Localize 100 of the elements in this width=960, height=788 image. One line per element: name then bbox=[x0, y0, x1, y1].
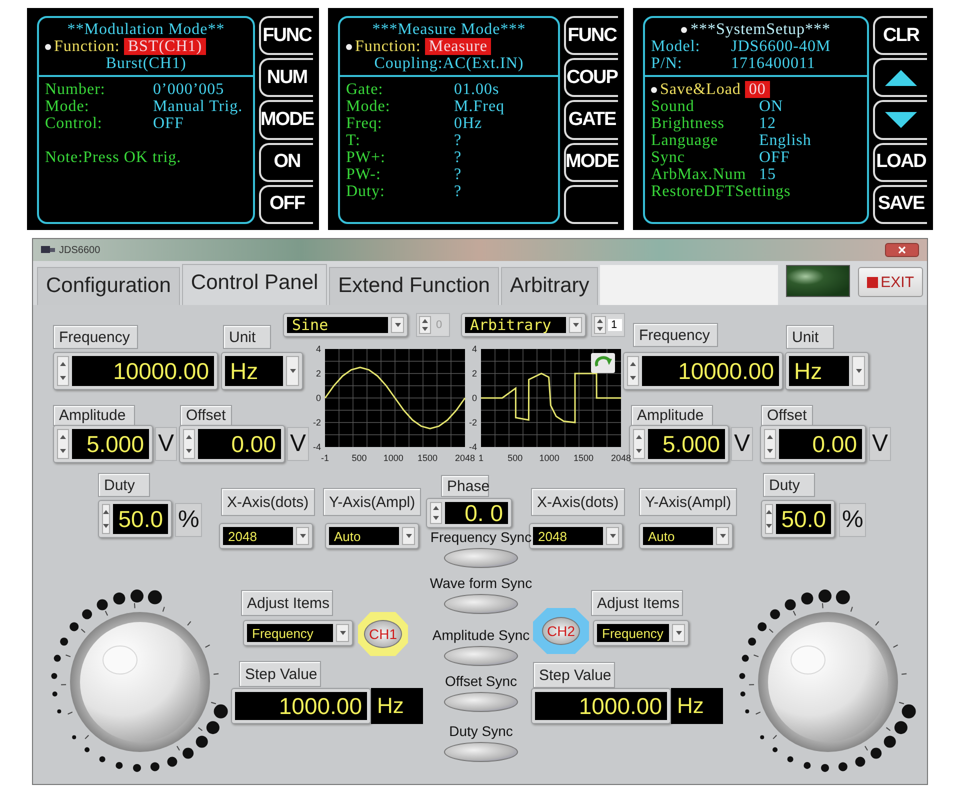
y-axis-dropdown[interactable]: Auto bbox=[325, 523, 419, 549]
offset-field[interactable]: 0.00 bbox=[760, 425, 866, 463]
unit-label: Unit bbox=[223, 325, 271, 349]
field-value: English bbox=[759, 132, 812, 149]
amplitude-label: Amplitude bbox=[631, 405, 713, 426]
menu-label: Save&Load bbox=[660, 81, 741, 98]
note-text: Note:Press OK trig. bbox=[45, 149, 182, 166]
sync-label: Wave form Sync bbox=[430, 575, 532, 591]
y-axis-dropdown[interactable]: Auto bbox=[639, 523, 733, 549]
tab[interactable]: Configuration bbox=[37, 267, 180, 305]
up-key[interactable] bbox=[873, 58, 927, 98]
field-label: Number: bbox=[45, 81, 106, 98]
screen-subtitle: Burst(CH1) bbox=[106, 55, 186, 72]
screen-title: **Modulation Mode** bbox=[67, 21, 225, 38]
selection-dot-icon bbox=[45, 44, 51, 50]
down-key[interactable] bbox=[873, 100, 927, 140]
amplitude-field[interactable]: 5.000 bbox=[53, 425, 153, 463]
x-axis-dropdown[interactable]: 2048 bbox=[219, 523, 313, 549]
field-label: Brightness bbox=[651, 115, 726, 132]
note-text: RestoreDFTSettings bbox=[651, 183, 791, 200]
adjust-items-dropdown[interactable]: Frequency bbox=[593, 620, 689, 646]
soft-key[interactable]: MODE bbox=[259, 100, 313, 140]
sync-label: Duty Sync bbox=[449, 723, 513, 739]
close-icon bbox=[898, 246, 906, 254]
axis-tick-label: 0 bbox=[472, 393, 477, 403]
axis-tick-label: 500 bbox=[352, 453, 367, 463]
step-value-field[interactable]: 1000.00 bbox=[531, 688, 671, 724]
duty-field[interactable]: 50.0 bbox=[98, 500, 172, 538]
field-label: ArbMax.Num bbox=[651, 166, 748, 183]
field-label: Mode: bbox=[346, 98, 392, 115]
blank-soft-key[interactable] bbox=[564, 184, 618, 224]
soft-key[interactable]: FUNC bbox=[259, 16, 313, 56]
field-value: OFF bbox=[759, 149, 790, 166]
channel-badge[interactable]: CH2 bbox=[533, 608, 589, 654]
selection-dot-icon bbox=[346, 44, 352, 50]
refresh-icon[interactable] bbox=[591, 353, 615, 373]
waveform-dropdown[interactable]: Sine bbox=[283, 313, 408, 337]
duty-field[interactable]: 50.0 bbox=[761, 500, 835, 538]
close-button[interactable] bbox=[885, 243, 919, 257]
step-unit: Hz bbox=[371, 688, 423, 724]
axis-tick-label: 1 bbox=[478, 453, 484, 463]
waveform-dropdown[interactable]: Arbitrary bbox=[461, 313, 586, 337]
field-value: ? bbox=[454, 132, 462, 149]
field-value: 15 bbox=[759, 166, 776, 183]
selection-dot-icon bbox=[651, 86, 657, 92]
field-value: OFF bbox=[153, 115, 184, 132]
menu-value: 00 bbox=[744, 81, 770, 98]
phase-field[interactable]: 0. 0 bbox=[426, 498, 512, 528]
channel-badge[interactable]: CH1 bbox=[358, 612, 408, 656]
adjust-items-dropdown[interactable]: Frequency bbox=[243, 620, 353, 646]
soft-key[interactable]: GATE bbox=[564, 100, 618, 140]
soft-key[interactable]: CLR bbox=[873, 16, 927, 56]
soft-key[interactable]: FUNC bbox=[564, 16, 618, 56]
soft-key[interactable]: COUP bbox=[564, 58, 618, 98]
tab[interactable]: Control Panel bbox=[182, 264, 328, 305]
soft-key[interactable]: MODE bbox=[564, 142, 618, 182]
field-label: PW-: bbox=[346, 166, 382, 183]
amplitude-unit: V bbox=[155, 427, 178, 461]
tab[interactable]: Arbitrary bbox=[500, 267, 598, 305]
frequency-field[interactable]: 10000.00 bbox=[623, 352, 783, 390]
index-spinner[interactable]: 1 bbox=[591, 313, 625, 337]
field-value: 0’000’005 bbox=[153, 81, 224, 98]
axis-tick-label: -2 bbox=[468, 418, 477, 428]
axis-tick-label: 500 bbox=[508, 453, 523, 463]
offset-field[interactable]: 0.00 bbox=[179, 425, 285, 463]
unit-dropdown[interactable]: Hz bbox=[785, 352, 869, 390]
y-axis-label: Y-Axis(Ampl) bbox=[639, 488, 737, 516]
unit-dropdown[interactable]: Hz bbox=[221, 352, 303, 390]
axis-tick-label: 1500 bbox=[574, 453, 594, 463]
axis-tick-label: -4 bbox=[468, 442, 477, 452]
duty-label: Duty bbox=[763, 473, 815, 497]
frequency-label: Frequency bbox=[53, 325, 138, 349]
field-label: Language bbox=[651, 132, 720, 149]
amplitude-field[interactable]: 5.000 bbox=[629, 425, 729, 463]
axis-tick-label: 0 bbox=[316, 393, 321, 403]
step-value-field[interactable]: 1000.00 bbox=[231, 688, 371, 724]
field-label: T: bbox=[346, 132, 362, 149]
duty-label: Duty bbox=[98, 473, 150, 497]
soft-key[interactable]: LOAD bbox=[873, 142, 927, 182]
offset-unit: V bbox=[287, 427, 310, 461]
menu-value: BST(CH1) bbox=[124, 38, 206, 55]
info-value: JDS6600-40M bbox=[731, 38, 831, 55]
phase-label: Phase bbox=[441, 475, 489, 497]
tab[interactable]: Extend Function bbox=[329, 267, 499, 305]
field-label: Sound bbox=[651, 98, 696, 115]
frequency-field[interactable]: 10000.00 bbox=[53, 352, 218, 390]
soft-key[interactable]: NUM bbox=[259, 58, 313, 98]
adjust-items-label: Adjust Items bbox=[241, 590, 333, 616]
field-value: ON bbox=[759, 98, 784, 115]
window-title: JDS6600 bbox=[59, 244, 100, 256]
exit-button[interactable]: EXIT bbox=[858, 267, 923, 297]
soft-key[interactable]: ON bbox=[259, 142, 313, 182]
soft-key[interactable]: SAVE bbox=[873, 184, 927, 224]
field-label: Sync bbox=[651, 149, 686, 166]
soft-key[interactable]: OFF bbox=[259, 184, 313, 224]
axis-tick-label: -4 bbox=[312, 442, 321, 452]
offset-label: Offset bbox=[180, 405, 232, 426]
indicator-light bbox=[786, 265, 850, 297]
field-value: 12 bbox=[759, 115, 776, 132]
field-label: Duty: bbox=[346, 183, 386, 200]
